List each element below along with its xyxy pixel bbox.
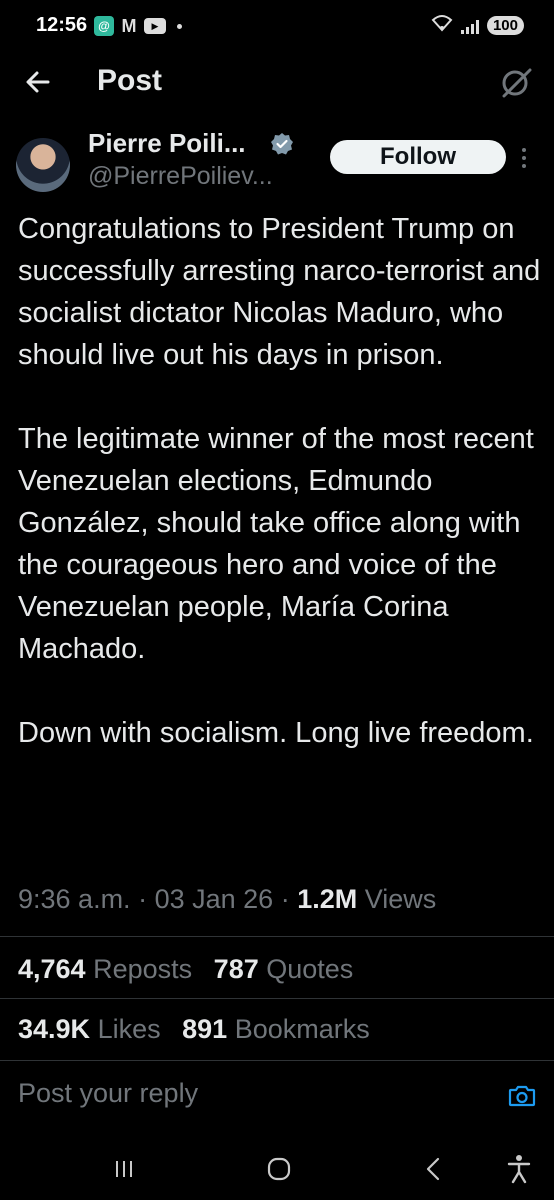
follow-button[interactable]: Follow (330, 140, 506, 174)
divider (0, 1060, 554, 1061)
likes-stat[interactable]: 34.9K Likes (18, 1014, 168, 1044)
quotes-label: Quotes (266, 954, 354, 984)
back-nav-icon[interactable] (424, 1156, 442, 1182)
verified-badge-icon (271, 133, 293, 155)
quotes-stat[interactable]: 787 Quotes (214, 954, 354, 984)
bookmarks-stat[interactable]: 891 Bookmarks (182, 1014, 370, 1044)
grok-icon[interactable] (500, 66, 534, 100)
meta-separator: · (138, 884, 155, 914)
author-handle[interactable]: @PierrePoiliev... (88, 162, 273, 191)
more-options-icon[interactable] (520, 146, 528, 172)
post-date[interactable]: 03 Jan 26 (155, 884, 274, 914)
bookmarks-label: Bookmarks (234, 1014, 370, 1044)
post-time[interactable]: 9:36 a.m. (18, 884, 131, 914)
avatar[interactable] (16, 138, 70, 192)
divider (0, 936, 554, 937)
more-notifications-icon (177, 23, 182, 29)
post-paragraph: Congratulations to President Trump on su… (18, 213, 541, 371)
bookmarks-count: 891 (182, 1014, 228, 1044)
notification-icons: @ M ▶ (94, 16, 182, 36)
author-name[interactable]: Pierre Poili... (88, 128, 246, 159)
quotes-count: 787 (213, 954, 259, 984)
reposts-count: 4,764 (18, 954, 86, 984)
post-paragraph: Down with socialism. Long live freedom. (18, 717, 534, 749)
wifi-icon (431, 14, 453, 37)
system-icons: 100 (431, 14, 524, 37)
stats-row-reposts: 4,764 Reposts 787 Quotes (18, 954, 367, 985)
divider (0, 998, 554, 999)
post-metadata: 9:36 a.m. · 03 Jan 26 · 1.2M Views (18, 884, 436, 915)
recents-icon[interactable] (112, 1158, 136, 1180)
page-title: Post (97, 64, 163, 97)
views-count: 1.2M (297, 884, 358, 914)
reposts-stat[interactable]: 4,764 Reposts (18, 954, 200, 984)
status-bar: 12:56 @ M ▶ 100 (0, 0, 554, 56)
status-time: 12:56 (36, 14, 88, 36)
author-row: Pierre Poili... @PierrePoiliev... Follow (0, 124, 554, 194)
system-nav-bar (0, 1140, 554, 1200)
meta-separator: · (280, 884, 298, 914)
stats-row-likes: 34.9K Likes 891 Bookmarks (18, 1014, 384, 1045)
back-arrow-icon[interactable] (22, 66, 54, 98)
threads-icon: @ (94, 16, 114, 36)
reposts-label: Reposts (93, 954, 193, 984)
gmail-icon: M (121, 15, 137, 36)
home-icon[interactable] (266, 1156, 292, 1182)
battery-indicator: 100 (486, 16, 524, 35)
post-paragraph: The legitimate winner of the most recent… (18, 423, 534, 665)
accessibility-icon[interactable] (506, 1154, 532, 1184)
youtube-icon: ▶ (144, 18, 166, 34)
likes-label: Likes (97, 1014, 161, 1044)
camera-icon[interactable] (508, 1084, 536, 1108)
post-header: Post (0, 56, 554, 112)
post-text: Congratulations to President Trump on su… (18, 208, 548, 754)
signal-icon (460, 18, 479, 34)
likes-count: 34.9K (18, 1014, 91, 1044)
views-label: Views (364, 884, 437, 914)
reply-input[interactable]: Post your reply (18, 1078, 198, 1109)
